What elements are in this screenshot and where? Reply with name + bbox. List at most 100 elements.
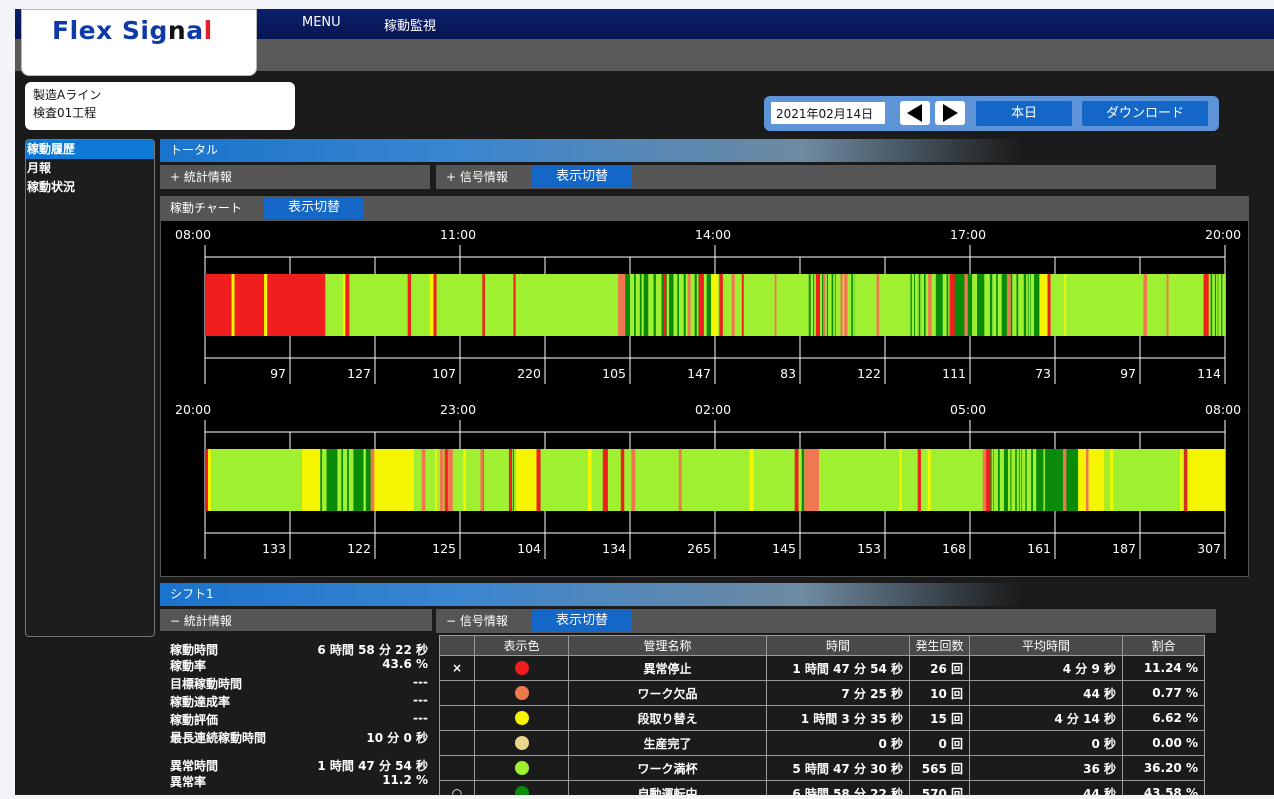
shift-signal-bar: − 信号情報 表示切替 (436, 609, 1216, 633)
hour-count-label: 147 (687, 366, 711, 381)
hour-count-label: 307 (1197, 541, 1221, 556)
sidebar-item-monthly[interactable]: 月報 (26, 159, 154, 178)
cell-avg: 44 秒 (969, 780, 1123, 795)
timeline-segment (993, 449, 998, 511)
hour-count-label: 83 (780, 366, 796, 381)
timeline-segment (648, 274, 654, 336)
timeline-event (588, 449, 592, 511)
hour-count-label: 168 (942, 541, 966, 556)
download-button[interactable]: ダウンロード (1082, 101, 1208, 126)
hour-count-label: 97 (1120, 366, 1136, 381)
shift-stats-toggle[interactable]: − 統計情報 (160, 609, 432, 633)
cell-count: 10 回 (909, 680, 970, 706)
cell-count: 565 回 (909, 755, 970, 781)
time-label: 08:00 (175, 227, 211, 242)
cell-mark[interactable]: × (439, 655, 475, 681)
sidebar-item-status[interactable]: 稼動状況 (26, 178, 154, 197)
time-label: 20:00 (175, 402, 211, 417)
hour-count-label: 125 (432, 541, 456, 556)
col-header-name: 管理名称 (568, 635, 767, 656)
cell-count: 26 回 (909, 655, 970, 681)
cell-name: ワーク欠品 (568, 680, 767, 706)
shift-signal-toggle[interactable]: − 信号情報 (446, 614, 508, 628)
shift-signal-switch-button[interactable]: 表示切替 (532, 610, 632, 632)
chart-switch-button[interactable]: 表示切替 (264, 197, 364, 219)
timeline-event (345, 274, 350, 336)
timeline-segment-work-full (325, 274, 343, 336)
timeline-segment (1030, 274, 1035, 336)
stat-row: 稼動評価 --- (170, 711, 428, 727)
timeline-segment-work-full (718, 274, 807, 336)
timeline-segment (938, 274, 942, 336)
cell-mark[interactable] (439, 730, 475, 756)
cell-ratio: 0.77 % (1122, 680, 1205, 706)
timeline-event (1041, 274, 1044, 336)
page-label[interactable]: 稼動監視 (384, 15, 436, 34)
hour-count-label: 107 (432, 366, 456, 381)
timeline-segment (1028, 274, 1031, 336)
status-color-dot (514, 686, 529, 701)
cell-avg: 4 分 14 秒 (969, 705, 1123, 731)
operation-chart-panel: 08:00 11:00 14:00 17:00 20:00 97 127 107 220 105 1… (160, 220, 1249, 577)
cell-avg: 36 秒 (969, 755, 1123, 781)
cell-mark[interactable] (439, 705, 475, 731)
timeline-segment (1007, 449, 1011, 511)
app-window: MENU 稼動監視 Flex Signal 製造Aライン 検査01工程 2021… (15, 9, 1274, 795)
timeline-segment (348, 449, 354, 511)
prev-day-button[interactable] (900, 101, 930, 125)
timeline-segment-setup-change (264, 274, 268, 336)
table-row: 段取り替え 1 時間 3 分 35 秒 15 回4 分 14 秒 6.62 % (439, 705, 1205, 731)
stat-row: 稼動時間 6 時間 58 分 22 秒 (170, 643, 428, 657)
hour-count-label: 97 (270, 366, 286, 381)
hour-count-label: 133 (262, 541, 286, 556)
cell-time: 0 秒 (766, 730, 910, 756)
today-button[interactable]: 本日 (976, 101, 1072, 126)
hour-count-label: 265 (687, 541, 711, 556)
timeline-segment (1045, 449, 1050, 511)
timeline-segment (629, 274, 635, 336)
timeline-event (1006, 274, 1011, 336)
total-signal-toggle[interactable]: + 信号情報 (446, 170, 508, 184)
timeline-segment-abnormal-stop (698, 274, 704, 336)
timeline-segment-abnormal-stop (433, 274, 437, 336)
cell-mark[interactable]: ○ (439, 780, 475, 795)
timeline-segment-abnormal-stop (1184, 449, 1188, 511)
hour-count-label: 73 (1035, 366, 1051, 381)
cell-mark[interactable] (439, 680, 475, 706)
hour-count-label: 111 (942, 366, 966, 381)
timeline-segment (979, 274, 983, 336)
timeline-segment-abnormal-stop (949, 274, 955, 336)
menu-link[interactable]: MENU (302, 15, 341, 30)
col-header-time: 時間 (766, 635, 910, 656)
sidebar-item-history[interactable]: 稼動履歴 (26, 140, 154, 159)
timeline-segment-setup-change (371, 449, 415, 511)
col-header-count: 発生回数 (909, 635, 970, 656)
timeline-event (407, 274, 411, 336)
timeline-segment (644, 274, 648, 336)
timeline-event (927, 449, 931, 511)
total-signal-switch-button[interactable]: 表示切替 (532, 166, 632, 188)
timeline-event (844, 274, 848, 336)
hour-count-label: 114 (1197, 366, 1221, 381)
timeline-segment (1019, 449, 1022, 511)
stat-row: 異常率 11.2 % (170, 773, 428, 789)
next-day-button[interactable] (935, 101, 965, 125)
timeline-event (1085, 449, 1089, 511)
timeline-segment (920, 274, 924, 336)
cell-time: 7 分 25 秒 (766, 680, 910, 706)
timeline-segment-work-full (854, 274, 909, 336)
timeline-event (480, 449, 484, 511)
timeline-event (439, 449, 444, 511)
timeline-segment (1005, 449, 1008, 511)
timeline-event (678, 449, 682, 511)
cell-avg: 0 秒 (969, 730, 1123, 756)
timeline-segment-work-defect (805, 449, 820, 511)
cell-count: 0 回 (909, 730, 970, 756)
date-input[interactable]: 2021年02月14日 (771, 102, 885, 124)
total-stats-toggle[interactable]: + 統計情報 (160, 165, 430, 189)
cell-mark[interactable] (439, 755, 475, 781)
timeline-segment (1016, 449, 1019, 511)
chart-title-bar: 稼動チャート 表示切替 (160, 196, 1249, 220)
timeline-event (1110, 449, 1114, 511)
cell-ratio: 0.00 % (1122, 730, 1205, 756)
